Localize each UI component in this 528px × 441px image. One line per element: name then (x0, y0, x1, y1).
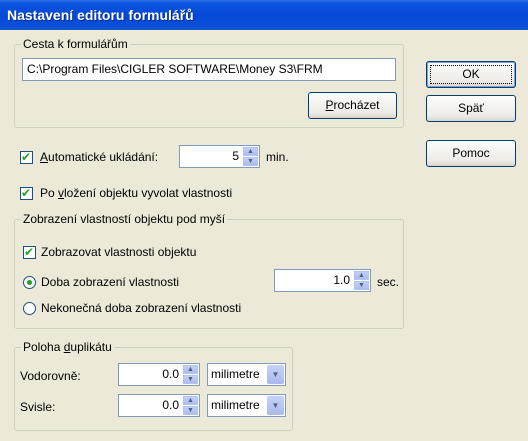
after-insert-label[interactable]: Po vložení objektu vyvolat vlastnosti (40, 186, 232, 201)
ok-focus-rect (430, 65, 512, 84)
after-insert-label-text: ložení objektu vyvolat vlastnosti (64, 186, 233, 200)
hover-props-legend: Zobrazení vlastností objektu pod myší (21, 212, 228, 226)
show-props-label[interactable]: Zobrazovat vlastnosti objektu (41, 245, 196, 260)
autosave-checkbox[interactable]: ✔ (20, 150, 33, 164)
help-label: Pomoc (452, 146, 490, 160)
help-button[interactable]: Pomoc (426, 140, 516, 167)
infinite-radio[interactable] (23, 302, 36, 315)
dialog-body: Cesta k formulářům C:\Program Files\CIGL… (0, 30, 528, 441)
checkmark-icon: ✔ (21, 150, 32, 164)
horizontal-unit-value: milimetre (211, 367, 260, 381)
ok-button[interactable]: OK (426, 61, 516, 88)
vertical-stepper[interactable]: 0.0 ▲ ▼ (118, 394, 200, 417)
checkmark-icon: ✔ (21, 186, 32, 200)
path-group-legend: Cesta k formulářům (21, 37, 130, 51)
autosave-label[interactable]: Automatické ukládání: (40, 150, 158, 165)
autosave-minutes-value: 5 (232, 149, 239, 163)
browse-button[interactable]: Procházet (308, 92, 397, 119)
title-bar[interactable]: Nastavení editoru formulářů (0, 0, 528, 30)
path-input[interactable]: C:\Program Files\CIGLER SOFTWARE\Money S… (22, 58, 396, 81)
duration-stepper[interactable]: 1.0 ▲ ▼ (274, 269, 371, 292)
back-button[interactable]: Späť (426, 95, 516, 122)
duplicate-legend-text: uplikátu (70, 340, 112, 354)
radio-dot-icon (27, 280, 32, 285)
autosave-label-text: utomatické ukládání: (48, 150, 159, 164)
duplicate-legend-pre: Poloha (23, 340, 64, 354)
after-insert-checkbox[interactable]: ✔ (20, 186, 33, 200)
vertical-spinner[interactable]: ▲ ▼ (182, 395, 199, 416)
horizontal-value: 0.0 (162, 367, 179, 381)
vertical-label: Svisle: (20, 400, 56, 414)
horizontal-label: Vodorovně: (20, 369, 81, 383)
autosave-spinner[interactable]: ▲ ▼ (242, 146, 259, 167)
after-insert-label-pre: Po (40, 186, 59, 200)
duplicate-position-legend: Poloha duplikátu (21, 340, 114, 354)
duration-unit: sec. (377, 275, 400, 289)
duration-radio[interactable] (23, 276, 36, 289)
vertical-unit-value: milimetre (211, 398, 260, 412)
spin-down-icon[interactable]: ▼ (242, 156, 259, 167)
autosave-accel: A (40, 150, 49, 164)
horizontal-spinner[interactable]: ▲ ▼ (182, 364, 199, 385)
duration-label[interactable]: Doba zobrazení vlastnosti (41, 275, 179, 290)
duration-value: 1.0 (333, 273, 350, 287)
autosave-unit: min. (266, 150, 289, 164)
duration-spinner[interactable]: ▲ ▼ (353, 270, 370, 291)
infinite-label[interactable]: Nekonečná doba zobrazení vlastnosti (41, 301, 241, 316)
chevron-down-icon[interactable]: ▼ (267, 365, 284, 384)
horizontal-stepper[interactable]: 0.0 ▲ ▼ (118, 363, 200, 386)
spin-down-icon[interactable]: ▼ (182, 374, 199, 385)
back-label: Späť (458, 101, 484, 115)
spin-down-icon[interactable]: ▼ (182, 405, 199, 416)
hover-props-group: Zobrazení vlastností objektu pod myší ✔ … (14, 212, 404, 329)
show-props-checkbox[interactable]: ✔ (23, 245, 36, 259)
checkmark-icon: ✔ (24, 245, 35, 259)
autosave-minutes-stepper[interactable]: 5 ▲ ▼ (179, 145, 260, 168)
path-group: Cesta k formulářům C:\Program Files\CIGL… (14, 37, 404, 128)
spin-down-icon[interactable]: ▼ (353, 280, 370, 291)
vertical-unit-select[interactable]: milimetre ▼ (207, 394, 286, 417)
duplicate-position-group: Poloha duplikátu Vodorovně: 0.0 ▲ ▼ mili… (14, 340, 293, 431)
horizontal-unit-select[interactable]: milimetre ▼ (207, 363, 286, 386)
vertical-value: 0.0 (162, 398, 179, 412)
window-title: Nastavení editoru formulářů (7, 7, 194, 23)
browse-label: rocházet (333, 98, 380, 112)
settings-dialog: Nastavení editoru formulářů Cesta k form… (0, 0, 528, 441)
chevron-down-icon[interactable]: ▼ (267, 396, 284, 415)
